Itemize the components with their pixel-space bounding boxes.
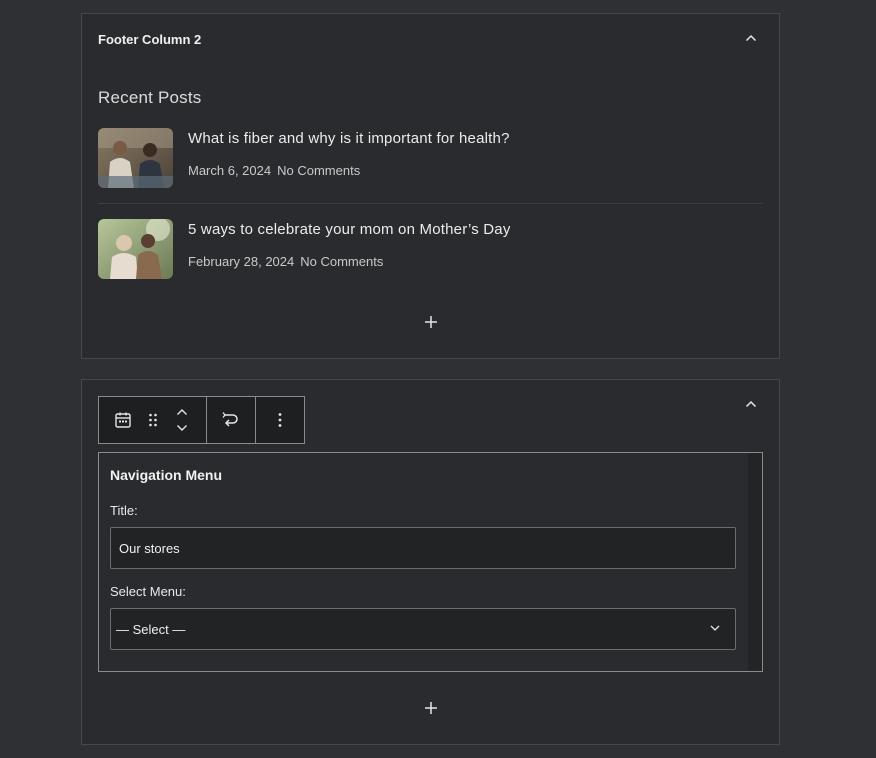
recent-posts-heading: Recent Posts xyxy=(98,88,202,107)
post-date: February 28, 2024 xyxy=(188,254,295,269)
plus-icon xyxy=(424,702,437,714)
scrollbar[interactable] xyxy=(748,453,762,671)
post-comments[interactable]: No Comments xyxy=(277,163,360,178)
drag-handle[interactable] xyxy=(147,397,159,443)
post-title[interactable]: What is fiber and why is it important fo… xyxy=(188,130,510,147)
toolbar-group-transform xyxy=(207,397,256,443)
post-date: March 6, 2024 xyxy=(188,163,272,178)
post-meta: March 6, 2024 No Comments xyxy=(188,163,360,178)
block-toolbar xyxy=(98,396,305,444)
post-title[interactable]: 5 ways to celebrate your mom on Mother’s… xyxy=(188,221,511,238)
widget-title: Navigation Menu xyxy=(110,467,223,483)
move-up-button[interactable] xyxy=(172,404,192,420)
chevron-down-icon xyxy=(177,425,188,431)
select-menu-label: Select Menu: xyxy=(110,584,186,599)
collapse-button[interactable] xyxy=(741,394,761,414)
list-item: 5 ways to celebrate your mom on Mother’s… xyxy=(98,219,763,281)
chevron-up-icon xyxy=(745,34,757,42)
select-menu-dropdown[interactable]: — Select — xyxy=(110,608,736,650)
move-down-button[interactable] xyxy=(172,420,192,436)
title-input[interactable] xyxy=(110,527,736,569)
move-controls xyxy=(158,397,206,443)
collapse-button[interactable] xyxy=(741,28,761,48)
panel-title[interactable]: Footer Column 2 xyxy=(98,32,201,47)
post-meta: February 28, 2024 No Comments xyxy=(188,254,383,269)
options-button[interactable] xyxy=(256,397,304,443)
transform-button[interactable] xyxy=(207,397,255,443)
plus-icon xyxy=(424,316,437,328)
post-thumbnail[interactable] xyxy=(98,219,173,279)
footer-column-panel: Navigation Menu Title: Select Menu: — Se… xyxy=(81,379,780,745)
select-value: — Select — xyxy=(116,622,186,637)
footer-column-2-panel: Footer Column 2 Recent Posts What is fib… xyxy=(81,13,780,359)
add-block-button[interactable] xyxy=(421,312,441,332)
chevron-up-icon xyxy=(745,400,757,408)
toolbar-group-options xyxy=(256,397,304,443)
list-item: What is fiber and why is it important fo… xyxy=(98,128,763,190)
toolbar-group-block xyxy=(99,397,207,443)
chevron-up-icon xyxy=(177,409,188,415)
calendar-icon xyxy=(115,412,131,428)
post-comments[interactable]: No Comments xyxy=(300,254,383,269)
chevron-down-icon xyxy=(710,625,720,631)
post-thumbnail[interactable] xyxy=(98,128,173,188)
divider xyxy=(98,203,763,204)
title-label: Title: xyxy=(110,503,138,518)
add-block-button[interactable] xyxy=(421,698,441,718)
more-vertical-icon xyxy=(278,413,282,427)
navigation-menu-widget: Navigation Menu Title: Select Menu: — Se… xyxy=(98,452,763,672)
drag-handle-icon xyxy=(148,413,157,427)
transform-icon xyxy=(222,412,238,427)
block-type-button[interactable] xyxy=(99,397,147,443)
